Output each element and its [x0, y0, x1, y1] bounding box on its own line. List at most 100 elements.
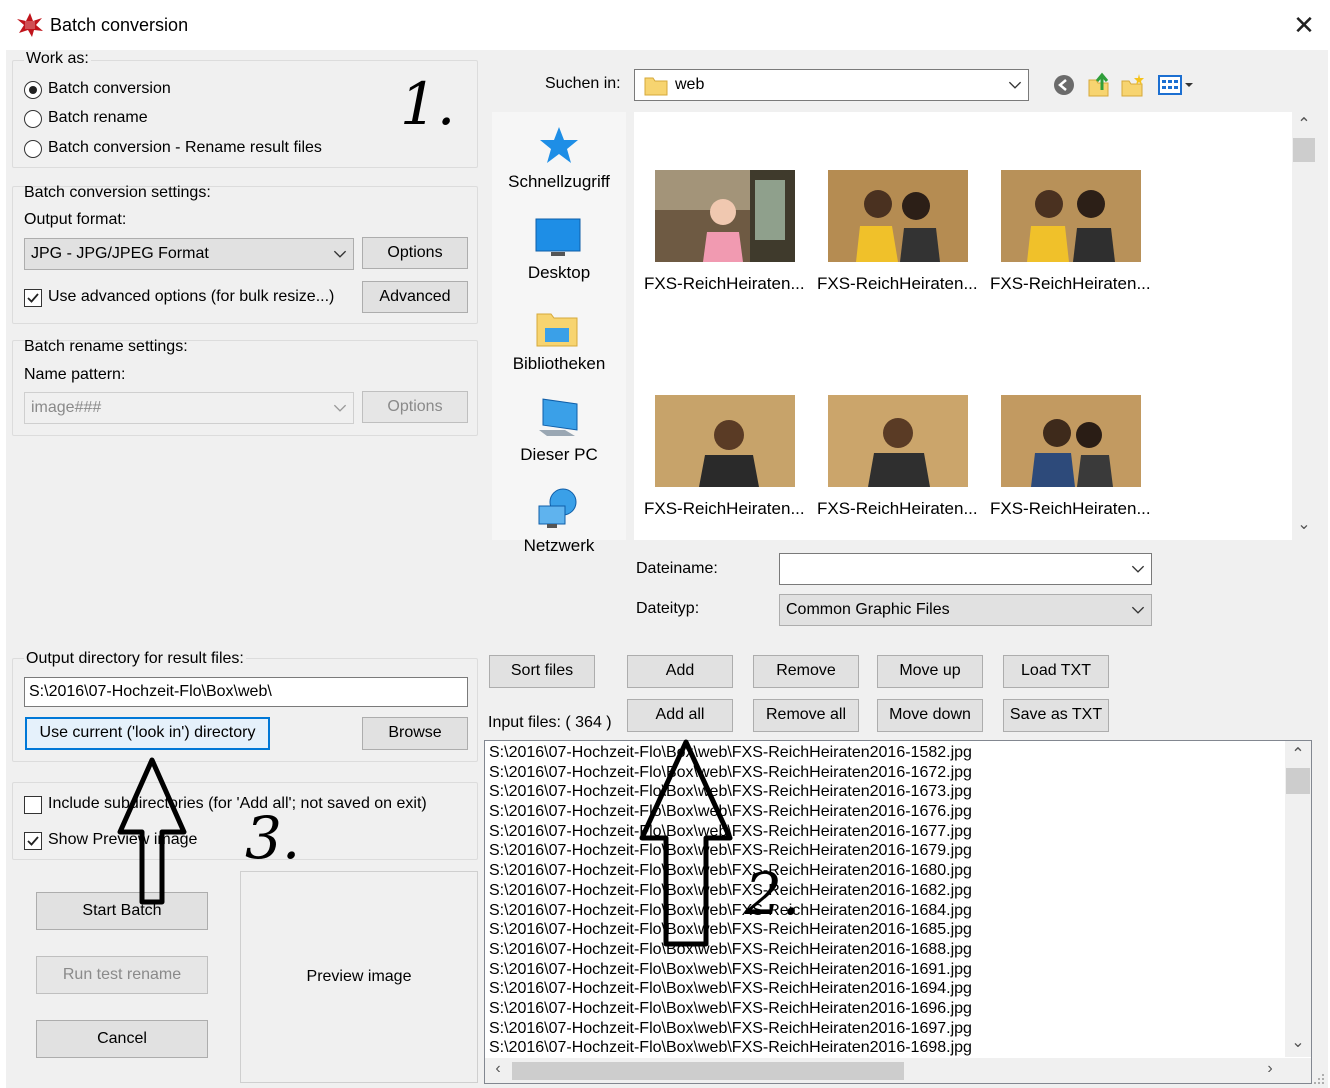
file-view-scrollbar[interactable] [1292, 112, 1316, 540]
rename-settings-label: Batch rename settings: [24, 338, 188, 355]
list-item[interactable]: S:\2016\07-Hochzeit-Flo\Box\web\FXS-Reic… [489, 1019, 972, 1039]
advanced-options-checkbox[interactable] [24, 289, 42, 307]
places-quick-access[interactable]: Schnellzugriff [492, 172, 626, 192]
advanced-button[interactable]: Advanced [362, 281, 468, 313]
thumbnail-image[interactable] [1001, 170, 1141, 262]
title-bar [0, 0, 1330, 50]
network-icon[interactable] [535, 486, 581, 532]
load-txt-button[interactable]: Load TXT [1003, 655, 1109, 688]
sort-files-button[interactable]: Sort files [489, 655, 595, 688]
work-as-label: Work as: [24, 50, 91, 68]
list-item[interactable]: S:\2016\07-Hochzeit-Flo\Box\web\FXS-Reic… [489, 960, 972, 980]
view-menu-icon[interactable] [1158, 74, 1196, 96]
this-pc-icon[interactable] [535, 396, 581, 440]
move-down-button[interactable]: Move down [877, 699, 983, 732]
radio-batch-conversion-rename[interactable] [24, 140, 42, 158]
close-icon[interactable]: ✕ [1290, 12, 1318, 40]
conversion-settings-label: Batch conversion settings: [24, 184, 211, 201]
list-item[interactable]: S:\2016\07-Hochzeit-Flo\Box\web\FXS-Reic… [489, 999, 972, 1019]
filetype-label: Dateityp: [636, 600, 700, 617]
input-files-label: Input files: ( 364 ) [488, 714, 612, 731]
annotation-step-2: 2. [745, 860, 801, 928]
filename-input[interactable] [779, 553, 1152, 585]
run-test-rename-button[interactable]: Run test rename [36, 956, 208, 994]
chevron-down-icon [333, 404, 347, 412]
scroll-left-icon[interactable]: ‹ [488, 1060, 508, 1078]
up-folder-icon[interactable] [1086, 72, 1112, 98]
look-in-value: web [675, 76, 705, 93]
add-all-button[interactable]: Add all [627, 699, 733, 732]
desktop-icon[interactable] [535, 218, 581, 258]
chevron-down-icon [1008, 81, 1022, 89]
format-options-button[interactable]: Options [362, 237, 468, 269]
cancel-button[interactable]: Cancel [36, 1020, 208, 1058]
list-item[interactable]: S:\2016\07-Hochzeit-Flo\Box\web\FXS-Reic… [489, 1038, 972, 1058]
scroll-right-icon[interactable]: › [1260, 1060, 1280, 1078]
name-pattern-select[interactable]: image### [24, 392, 354, 424]
scroll-down-icon[interactable]: ⌄ [1292, 514, 1316, 534]
thumbnail-image[interactable] [655, 170, 795, 262]
radio-batch-rename[interactable] [24, 110, 42, 128]
output-format-value: JPG - JPG/JPEG Format [31, 245, 209, 262]
places-desktop[interactable]: Desktop [492, 263, 626, 283]
thumbnail-caption: FXS-ReichHeiraten... [990, 274, 1151, 293]
include-subdirectories-label: Include subdirectories (for 'Add all'; n… [48, 795, 427, 812]
thumbnail-image[interactable] [1001, 395, 1141, 487]
show-preview-checkbox[interactable] [24, 832, 42, 850]
thumbnail-caption: FXS-ReichHeiraten... [817, 274, 978, 293]
scrollbar-thumb[interactable] [1293, 138, 1315, 162]
look-in-label: Suchen in: [545, 75, 621, 92]
scrollbar-thumb[interactable] [1286, 768, 1310, 794]
back-icon[interactable] [1052, 73, 1076, 97]
filename-label: Dateiname: [636, 560, 718, 577]
annotation-step-3: 3. [245, 804, 301, 872]
look-in-select[interactable]: web [634, 69, 1029, 101]
chevron-down-icon [1131, 565, 1145, 573]
places-libraries[interactable]: Bibliotheken [492, 354, 626, 374]
use-current-directory-button[interactable]: Use current ('look in') directory [25, 717, 270, 750]
name-pattern-value: image### [31, 399, 102, 416]
scroll-down-icon[interactable]: ⌄ [1285, 1032, 1311, 1052]
remove-all-button[interactable]: Remove all [753, 699, 859, 732]
places-network[interactable]: Netzwerk [492, 536, 626, 556]
thumbnail-image[interactable] [655, 395, 795, 487]
advanced-options-label: Use advanced options (for bulk resize...… [48, 288, 335, 305]
chevron-down-icon [1131, 606, 1145, 614]
radio-label: Batch conversion - Rename result files [48, 139, 322, 156]
checkmark-icon [27, 293, 39, 303]
remove-button[interactable]: Remove [753, 655, 859, 688]
output-directory-input[interactable]: S:\2016\07-Hochzeit-Flo\Box\web\ [24, 677, 468, 707]
annotation-arrow-up-icon [639, 739, 733, 947]
browse-button[interactable]: Browse [362, 717, 468, 750]
scroll-up-icon[interactable]: ⌃ [1285, 744, 1311, 764]
move-up-button[interactable]: Move up [877, 655, 983, 688]
resize-grip-icon[interactable] [1312, 1072, 1326, 1086]
rename-options-button[interactable]: Options [362, 391, 468, 423]
output-format-label: Output format: [24, 211, 127, 228]
quick-access-star-icon[interactable] [538, 124, 580, 166]
thumbnail-image[interactable] [828, 395, 968, 487]
hscrollbar-thumb[interactable] [512, 1062, 904, 1080]
thumbnail-caption: FXS-ReichHeiraten... [644, 499, 805, 518]
libraries-icon[interactable] [535, 308, 579, 348]
list-item[interactable]: S:\2016\07-Hochzeit-Flo\Box\web\FXS-Reic… [489, 979, 972, 999]
output-format-select[interactable]: JPG - JPG/JPEG Format [24, 238, 354, 270]
filetype-select[interactable]: Common Graphic Files [779, 594, 1152, 626]
places-this-pc[interactable]: Dieser PC [492, 445, 626, 465]
include-subdirectories-checkbox[interactable] [24, 796, 42, 814]
output-directory-label: Output directory for result files: [24, 650, 246, 668]
scroll-up-icon[interactable]: ⌃ [1292, 114, 1316, 134]
thumbnail-image[interactable] [828, 170, 968, 262]
save-as-txt-button[interactable]: Save as TXT [1003, 699, 1109, 732]
new-folder-icon[interactable] [1120, 73, 1146, 97]
radio-label: Batch rename [48, 109, 148, 126]
thumbnail-caption: FXS-ReichHeiraten... [990, 499, 1151, 518]
add-button[interactable]: Add [627, 655, 733, 688]
preview-label: Preview image [306, 968, 412, 985]
input-files-list[interactable]: S:\2016\07-Hochzeit-Flo\Box\web\FXS-Reic… [484, 740, 1312, 1084]
window-title: Batch conversion [50, 15, 189, 35]
filetype-value: Common Graphic Files [786, 601, 950, 618]
name-pattern-label: Name pattern: [24, 366, 126, 383]
radio-batch-conversion[interactable] [24, 81, 42, 99]
app-logo-icon [17, 13, 43, 37]
